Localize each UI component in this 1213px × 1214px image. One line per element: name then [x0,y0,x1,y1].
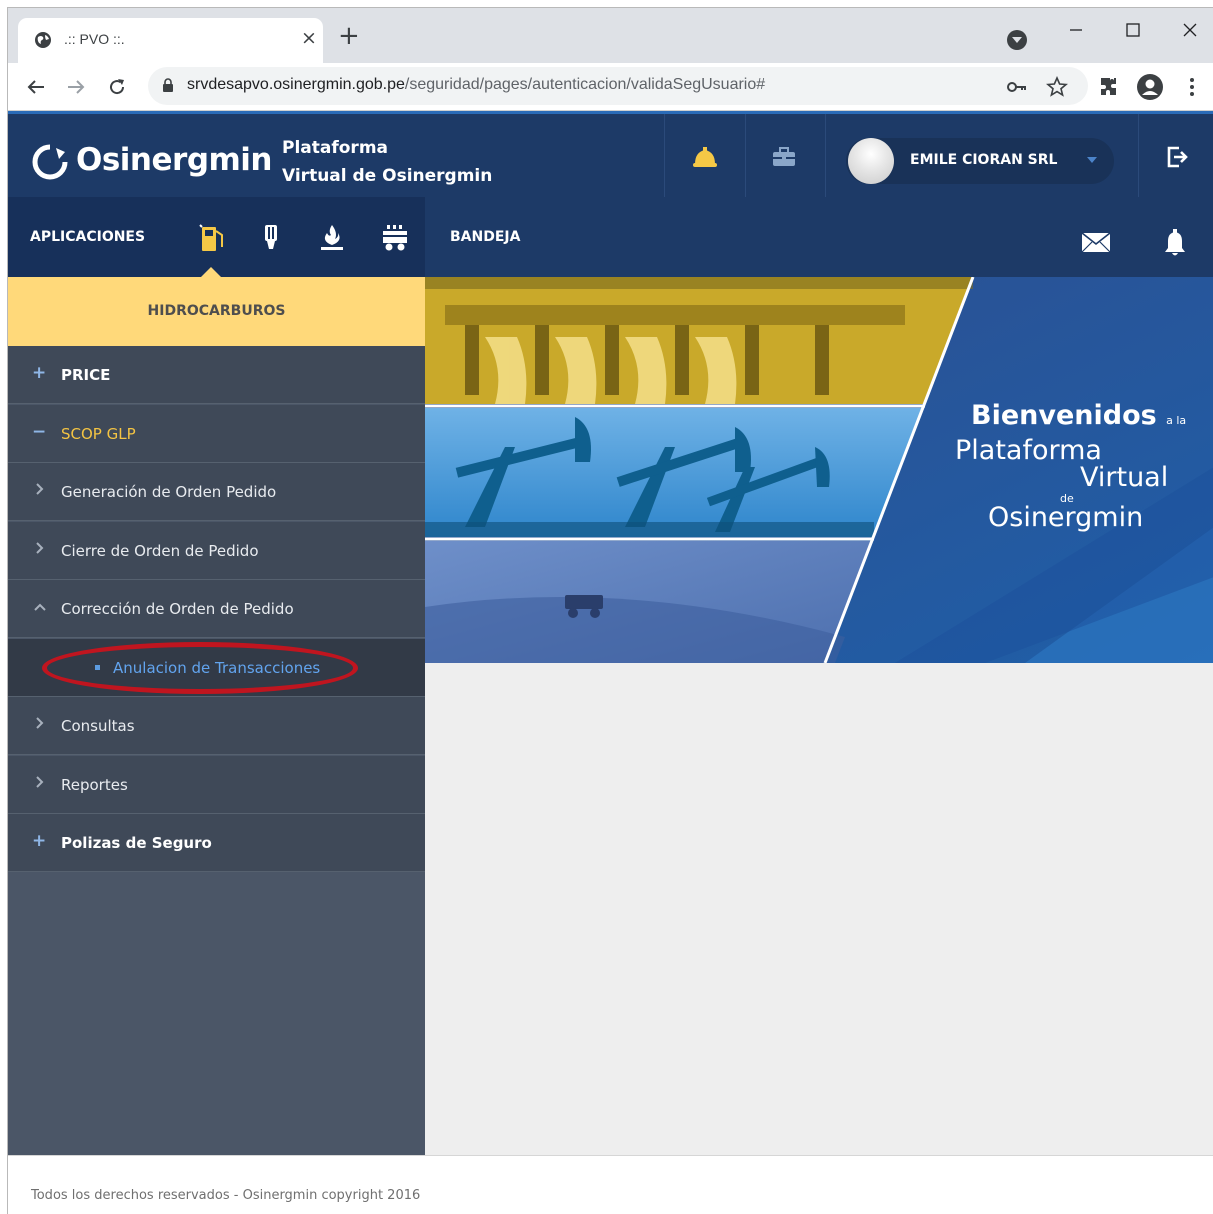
fuel-pump-icon[interactable] [196,221,226,255]
sidebar-item-price[interactable]: + PRICE [8,346,425,404]
avatar [848,138,894,184]
mail-icon[interactable] [1081,232,1111,253]
new-tab-button[interactable]: + [338,23,360,49]
section-title: HIDROCARBUROS [147,303,286,319]
logo-icon [32,144,68,180]
brand-name: Osinergmin [76,142,273,178]
section-title-hidrocarburos: HIDROCARBUROS [8,277,425,346]
hardhat-icon[interactable] [691,144,719,170]
sidebar-item-label: SCOP GLP [61,425,136,443]
sidebar-item-label: Cierre de Orden de Pedido [61,542,259,560]
sidebar-item-label: Polizas de Seguro [61,834,212,852]
browser-toolbar: srvdesapvo.osinergmin.gob.pe/seguridad/p… [8,63,1213,111]
star-icon[interactable] [1046,76,1068,98]
user-menu[interactable]: EMILE CIORAN SRL [846,138,1114,184]
platform-line-2: Virtual de Osinergmin [282,166,493,186]
welcome-banner [425,277,1213,663]
sidebar: HIDROCARBUROS + PRICE − SCOP GLP Generac… [8,277,425,1155]
sidebar-item-label: PRICE [61,366,111,384]
tab-title: .:: PVO ::. [64,31,125,47]
sidebar-item-generacion-orden-pedido[interactable]: Generación de Orden Pedido [8,463,425,521]
tab-strip: .:: PVO ::. × + [8,8,1213,63]
footer: Todos los derechos reservados - Osinergm… [8,1155,1213,1214]
url-text: srvdesapvo.osinergmin.gob.pe/seguridad/p… [187,76,765,94]
tab-search-icon[interactable] [1007,30,1027,50]
reload-icon[interactable] [105,75,129,99]
chevron-right-icon [36,717,44,729]
sidebar-item-label: Corrección de Orden de Pedido [61,600,294,618]
header-divider [1138,114,1139,197]
url-path: /seguridad/pages/autenticacion/validaSeg… [404,76,766,93]
address-bar[interactable]: srvdesapvo.osinergmin.gob.pe/seguridad/p… [148,67,1088,105]
profile-icon[interactable] [1136,73,1164,101]
tab-close-icon[interactable]: × [301,27,317,49]
sidebar-item-label: Consultas [61,717,135,735]
chevron-right-icon [36,542,44,554]
platform-title: Plataforma Virtual de Osinergmin [282,134,492,190]
app-header: Osinergmin Plataforma Virtual de Osinerg… [8,111,1213,197]
extensions-icon[interactable] [1097,75,1121,99]
inbox-bar: BANDEJA [425,197,1213,277]
chevron-right-icon [36,483,44,495]
globe-icon [35,32,51,48]
platform-line-1: Plataforma [282,138,389,158]
bell-icon[interactable] [1162,228,1188,258]
briefcase-icon[interactable] [770,144,798,170]
sidebar-item-label: Generación de Orden Pedido [61,483,277,501]
browser-window: .:: PVO ::. × + srvdesapvo.osinergmin.go… [7,7,1213,1214]
sidebar-item-label: Reportes [61,776,128,794]
mining-truck-icon[interactable] [380,221,410,255]
maximize-icon[interactable] [1121,18,1145,42]
gas-flame-icon[interactable] [317,221,347,255]
url-host: srvdesapvo.osinergmin.gob.pe [187,76,405,93]
apps-bar: APLICACIONES [8,197,425,277]
forward-icon[interactable] [64,75,88,99]
inbox-label[interactable]: BANDEJA [450,229,520,245]
plus-icon: + [32,363,47,383]
chevron-down-icon [1087,157,1097,163]
highlight-annotation [42,642,358,694]
header-divider [745,114,746,197]
copyright-text: Todos los derechos reservados - Osinergm… [31,1188,421,1203]
header-divider [664,114,665,197]
lock-icon [163,78,173,92]
chevron-up-icon [34,603,46,611]
active-app-pointer [201,267,221,277]
sidebar-item-scop-glp[interactable]: − SCOP GLP [8,405,425,463]
header-divider [825,114,826,197]
sidebar-item-correccion-orden-pedido[interactable]: Corrección de Orden de Pedido [8,580,425,638]
browser-tab[interactable]: .:: PVO ::. × [18,18,323,63]
sidebar-item-cierre-orden-pedido[interactable]: Cierre de Orden de Pedido [8,522,425,580]
sidebar-item-consultas[interactable]: Consultas [8,697,425,755]
sidebar-item-reportes[interactable]: Reportes [8,756,425,814]
electricity-icon[interactable] [256,221,286,255]
menu-dots-icon[interactable] [1180,75,1204,99]
apps-label: APLICACIONES [30,229,146,245]
back-icon[interactable] [24,75,48,99]
minimize-icon[interactable] [1064,18,1088,42]
user-name: EMILE CIORAN SRL [910,152,1058,168]
chevron-right-icon [36,776,44,788]
main-content: Bienvenidos a la Plataforma Virtual de O… [425,277,1213,1155]
logout-icon[interactable] [1164,144,1190,170]
close-window-icon[interactable] [1178,18,1202,42]
key-icon[interactable] [1006,76,1028,98]
minus-icon: − [32,422,47,442]
plus-icon: + [32,831,47,851]
sidebar-item-polizas-seguro[interactable]: + Polizas de Seguro [8,814,425,872]
